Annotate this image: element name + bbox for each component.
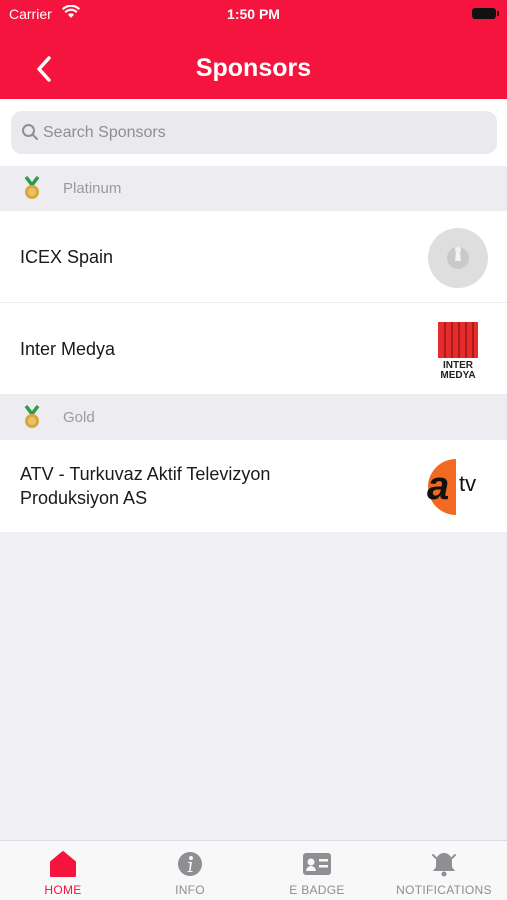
logo-text-tv: tv — [459, 471, 476, 496]
medal-icon — [24, 176, 40, 199]
search-bar[interactable] — [11, 111, 497, 154]
tab-label: NOTIFICATIONS — [396, 883, 492, 897]
status-time: 1:50 PM — [227, 6, 280, 22]
medal-icon — [24, 405, 40, 428]
list-item-sponsor[interactable]: ICEX Spain — [0, 211, 507, 303]
list-item-sponsor[interactable]: Inter Medya INTER MEDYA — [0, 303, 507, 395]
inter-medya-logo: INTER MEDYA — [438, 322, 478, 380]
tab-info[interactable]: INFO — [127, 841, 253, 900]
logo-text-a: a — [427, 464, 449, 508]
info-icon — [178, 852, 202, 876]
tab-notifications[interactable]: NOTIFICATIONS — [381, 841, 507, 900]
search-container — [0, 99, 507, 166]
search-input[interactable] — [43, 111, 483, 154]
bell-icon — [432, 853, 456, 877]
page-title: Sponsors — [195, 54, 312, 82]
sponsor-name-line-2: Produksiyon AS — [20, 488, 148, 508]
navigation-bar: Carrier 1:50 PM Sponsors — [0, 0, 507, 99]
tab-bar: HOME INFO E BADGE NOTIFICATIONS — [0, 840, 507, 900]
section-header-gold: Gold — [0, 395, 507, 440]
sponsor-name-line-1: ATV - Turkuvaz Aktif Televizyon — [20, 464, 271, 484]
placeholder-logo-icon — [428, 228, 488, 288]
tab-home[interactable]: HOME — [0, 841, 126, 900]
sponsor-name: Inter Medya — [20, 339, 116, 359]
section-label: Platinum — [63, 180, 122, 197]
tab-e-badge[interactable]: E BADGE — [254, 841, 380, 900]
logo-text-medya: MEDYA — [440, 370, 475, 380]
section-header-platinum: Platinum — [0, 166, 507, 211]
section-label: Gold — [63, 409, 95, 426]
battery-icon — [472, 8, 499, 19]
status-bar: Carrier 1:50 PM — [0, 0, 507, 28]
atv-logo: a tv — [427, 459, 476, 515]
home-icon — [50, 851, 76, 877]
search-icon — [22, 124, 38, 140]
sponsor-name: ICEX Spain — [20, 247, 114, 267]
badge-icon — [303, 853, 331, 875]
list-item-sponsor[interactable]: ATV - Turkuvaz Aktif Televizyon Produksi… — [0, 440, 507, 532]
tab-label: E BADGE — [289, 883, 345, 897]
tab-label: HOME — [44, 883, 82, 897]
tab-label: INFO — [175, 883, 205, 897]
